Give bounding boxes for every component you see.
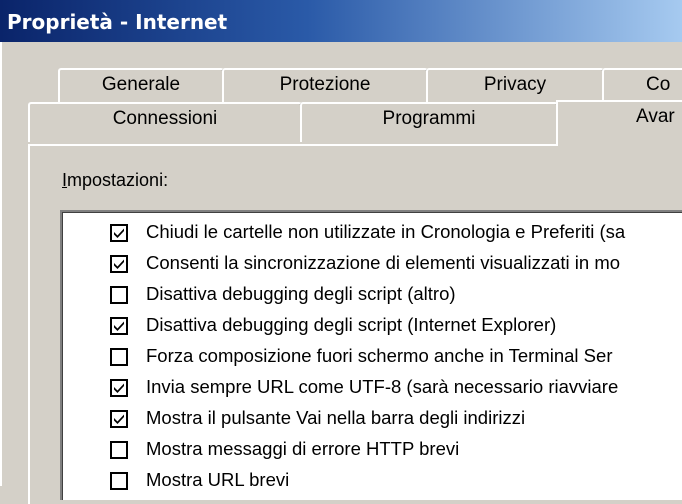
tab-label: Co (646, 74, 671, 95)
tab-generale[interactable]: Generale (58, 68, 224, 102)
settings-list[interactable]: Chiudi le cartelle non utilizzate in Cro… (60, 210, 682, 500)
tab-avanzate[interactable]: Avar (556, 100, 682, 146)
title-bar[interactable]: Proprietà - Internet (0, 0, 682, 42)
tab-protezione[interactable]: Protezione (222, 68, 428, 102)
tab-contenuto[interactable]: Co (602, 68, 682, 102)
settings-label: Impostazioni: (62, 170, 168, 191)
tab-privacy[interactable]: Privacy (426, 68, 604, 102)
checkbox-checked[interactable] (110, 410, 128, 428)
tab-connessioni[interactable]: Connessioni (28, 102, 302, 142)
settings-item-label: Chiudi le cartelle non utilizzate in Cro… (146, 221, 626, 242)
checkbox-checked[interactable] (110, 317, 128, 335)
settings-item-label: Mostra URL brevi (146, 469, 290, 490)
settings-item-label: Forza composizione fuori schermo anche i… (146, 345, 613, 366)
tab-label: Avar (636, 106, 675, 127)
tab-label: Privacy (483, 74, 547, 95)
window-title: Proprietà - Internet (7, 10, 228, 34)
settings-item-label: Mostra il pulsante Vai nella barra degli… (146, 407, 526, 428)
settings-item-label: Consenti la sincronizzazione di elementi… (146, 252, 621, 273)
tab-programmi[interactable]: Programmi (300, 102, 558, 142)
checkbox-unchecked[interactable] (110, 348, 128, 366)
settings-label-text: mpostazioni: (67, 170, 169, 190)
checkbox-unchecked[interactable] (110, 441, 128, 459)
settings-item-label: Invia sempre URL come UTF-8 (sarà necess… (146, 376, 619, 397)
tab-label: Protezione (279, 74, 371, 95)
checkbox-unchecked[interactable] (110, 286, 128, 304)
tab-label: Connessioni (112, 108, 218, 129)
tab-label: Generale (101, 74, 181, 95)
checkbox-checked[interactable] (110, 224, 128, 242)
checkbox-checked[interactable] (110, 255, 128, 273)
settings-item-label: Mostra messaggi di errore HTTP brevi (146, 438, 460, 459)
checkbox-unchecked[interactable] (110, 472, 128, 490)
checkbox-checked[interactable] (110, 379, 128, 397)
settings-item-label: Disattiva debugging degli script (altro) (146, 283, 456, 304)
settings-item-label: Disattiva debugging degli script (Intern… (146, 314, 557, 335)
tab-label: Programmi (382, 108, 476, 129)
